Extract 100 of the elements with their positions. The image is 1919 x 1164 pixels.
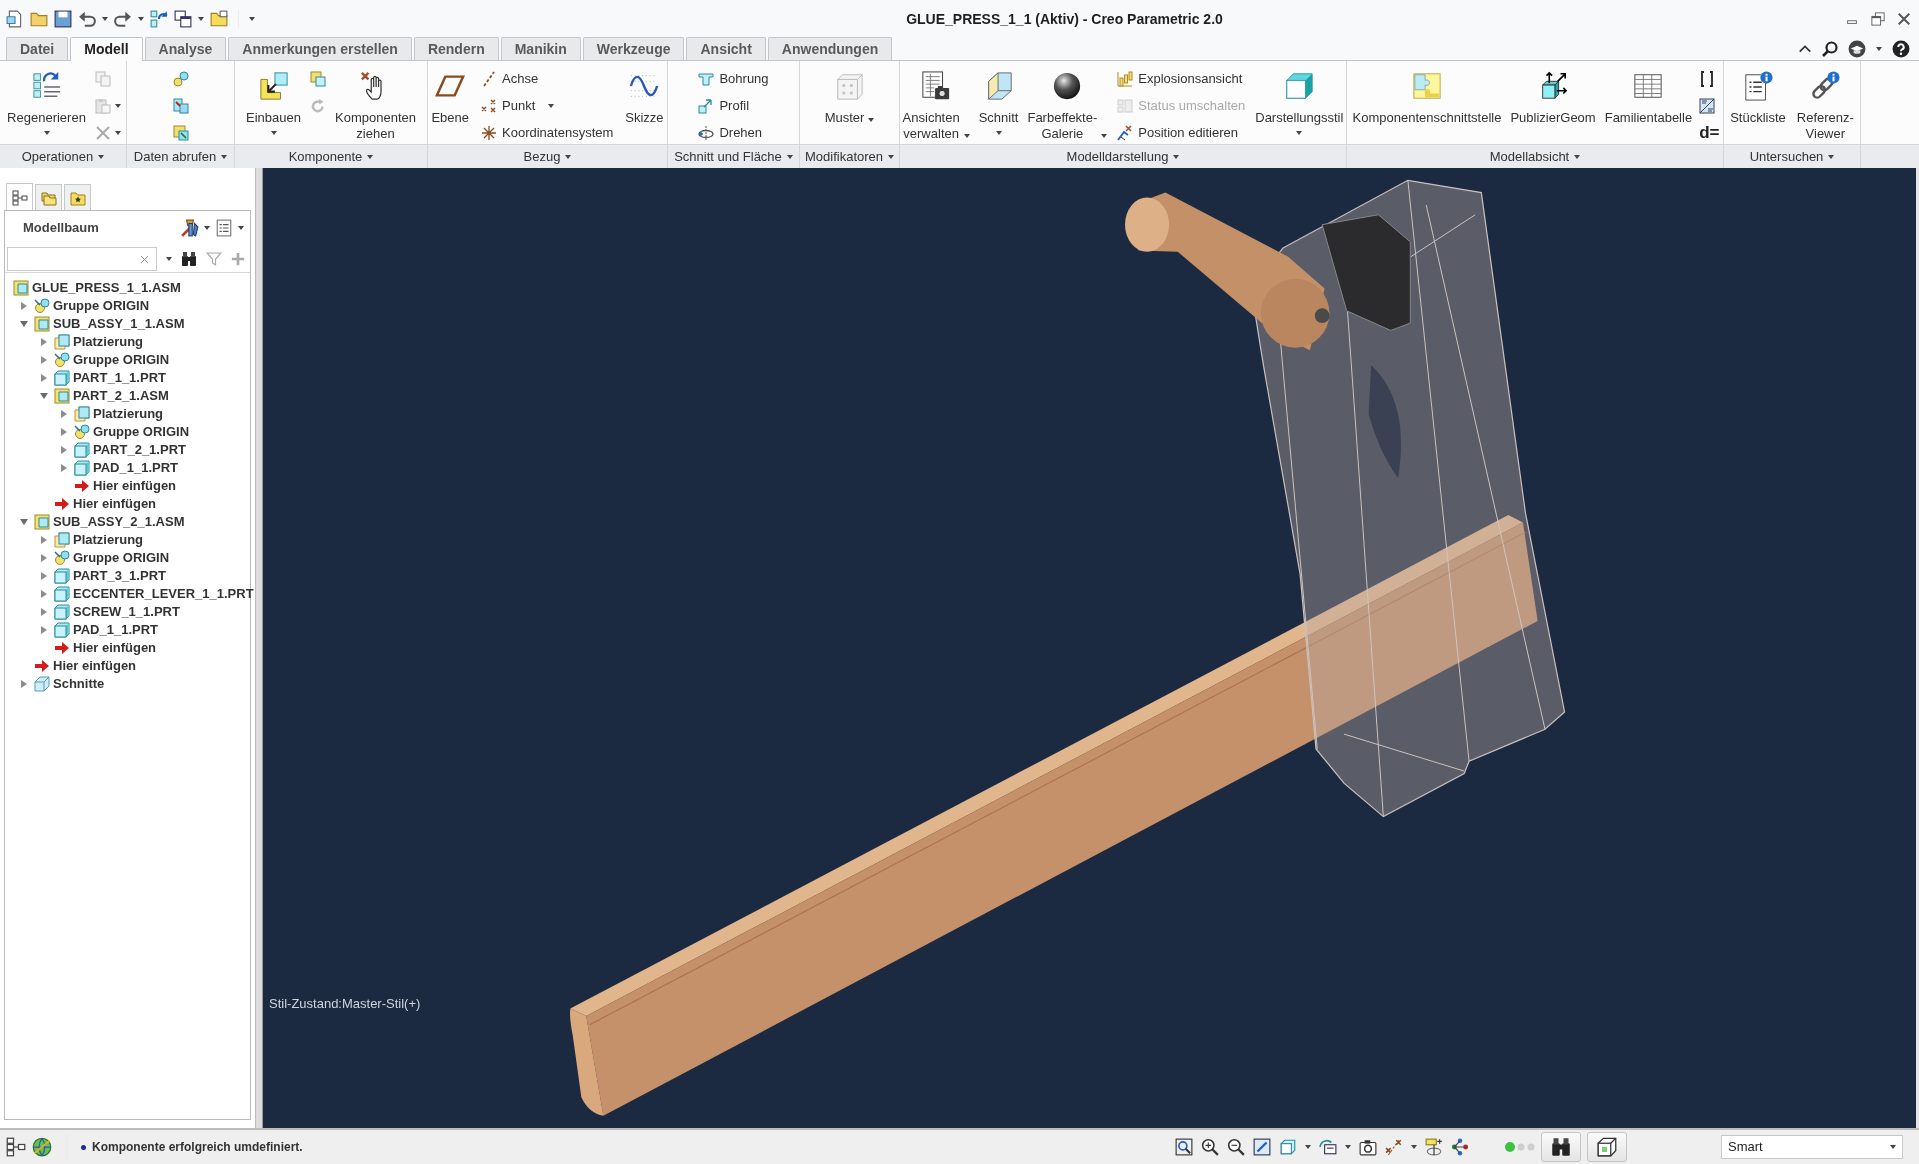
ribbon-button[interactable]: Bohrung [695, 65, 772, 92]
ribbon-button[interactable]: Referenz-Viewer [1794, 64, 1856, 142]
undo-icon[interactable] [78, 9, 96, 28]
expand-toggle-icon[interactable] [61, 446, 67, 454]
caret-icon[interactable] [204, 226, 210, 230]
box-ellipse-icon[interactable] [1425, 1138, 1443, 1156]
ribbon-button[interactable]: Muster [822, 64, 877, 126]
linked-circles-icon[interactable] [172, 70, 189, 87]
ribbon-button[interactable]: Familientabelle [1602, 64, 1695, 126]
cube-filter-button[interactable] [1587, 1132, 1627, 1162]
tree-item[interactable]: Hier einfügen [5, 477, 250, 495]
arc-window-icon[interactable] [1319, 1138, 1337, 1156]
crosses-line-icon[interactable] [1385, 1138, 1403, 1156]
ribbon-tab[interactable]: Datei [6, 37, 69, 60]
ribbon-button[interactable]: Achse [478, 65, 617, 92]
list-icon[interactable] [215, 219, 233, 237]
redo-icon[interactable] [114, 9, 132, 28]
expand-toggle-icon[interactable] [21, 302, 27, 310]
caret-icon[interactable] [1305, 1145, 1311, 1149]
expand-toggle-icon[interactable] [41, 626, 47, 634]
zoom-out-icon[interactable] [1227, 1138, 1245, 1156]
ribbon-button[interactable]: Farbeffekte-Galerie [1025, 64, 1110, 142]
overlapping-squares-icon[interactable] [172, 124, 189, 141]
caret-icon[interactable] [1876, 46, 1882, 51]
tree-item[interactable]: PART_2_1.ASM [5, 387, 250, 405]
tree-item[interactable]: Platzierung [5, 405, 250, 423]
ribbon-tab[interactable]: Analyse [144, 37, 227, 60]
ribbon-button[interactable]: Regenerieren [5, 64, 88, 135]
tree-item[interactable]: PART_1_1.PRT [5, 369, 250, 387]
tree-item[interactable]: Schnitte [5, 675, 250, 693]
expand-toggle-icon[interactable] [41, 572, 47, 580]
ribbon-button[interactable]: Ansichten verwalten [900, 64, 972, 142]
windows-icon[interactable] [174, 9, 192, 28]
clipboard-icon[interactable] [94, 97, 111, 114]
caret-icon[interactable] [198, 16, 204, 21]
slashed-square-icon[interactable] [1699, 97, 1716, 114]
ribbon-button[interactable]: Schnitt [976, 64, 1021, 135]
folder-icon[interactable] [210, 9, 228, 28]
collapse-toggle-icon[interactable] [20, 519, 28, 525]
ribbon-button[interactable]: Komponentenschnittstelle [1350, 64, 1504, 126]
tree-item[interactable]: Hier einfügen [5, 495, 250, 513]
ribbon-tab[interactable]: Anmerkungen erstellen [228, 37, 412, 60]
boxes-arrow-icon[interactable] [150, 9, 168, 28]
relations-button[interactable]: d= [1699, 123, 1720, 142]
slashed-square-icon[interactable] [1253, 1138, 1271, 1156]
tree-item[interactable]: Hier einfügen [5, 639, 250, 657]
nodes-icon[interactable] [1451, 1138, 1469, 1156]
ribbon-button[interactable]: Komponenten ziehen [333, 64, 418, 142]
tree-item[interactable]: Gruppe ORIGIN [5, 351, 250, 369]
expand-toggle-icon[interactable] [41, 590, 47, 598]
caret-icon[interactable] [102, 16, 108, 21]
caret-icon[interactable] [1890, 1145, 1896, 1149]
tree-item[interactable]: Hier einfügen [5, 657, 250, 675]
zoom-in-icon[interactable] [1201, 1138, 1219, 1156]
tree-item[interactable]: SCREW_1_1.PRT [5, 603, 250, 621]
tree-item[interactable]: Gruppe ORIGIN [5, 549, 250, 567]
collapse-toggle-icon[interactable] [20, 321, 28, 327]
globe-icon[interactable] [32, 1137, 52, 1157]
document-icon[interactable] [6, 9, 24, 28]
ribbon-button[interactable]: Einbauen [244, 64, 303, 135]
cube-icon[interactable] [1279, 1138, 1297, 1156]
tree-item[interactable]: PART_3_1.PRT [5, 567, 250, 585]
navigator-tab[interactable] [6, 183, 33, 211]
ribbon-button[interactable]: Explosionsansicht [1114, 65, 1249, 92]
expand-toggle-icon[interactable] [41, 554, 47, 562]
tree-view-icon[interactable] [6, 1137, 26, 1157]
ribbon-button[interactable]: Drehen [695, 119, 772, 146]
expand-toggle-icon[interactable] [41, 608, 47, 616]
tree-item[interactable]: SUB_ASSY_2_1.ASM [5, 513, 250, 531]
ribbon-tab[interactable]: Werkzeuge [582, 37, 685, 60]
ribbon-tab[interactable]: Anwendungen [767, 37, 893, 60]
tree-item[interactable]: Gruppe ORIGIN [5, 423, 250, 441]
tree-item[interactable]: PART_2_1.PRT [5, 441, 250, 459]
caret-icon[interactable] [114, 103, 121, 108]
caret-icon[interactable] [114, 130, 121, 135]
ribbon-tab[interactable]: Modell [70, 37, 143, 61]
caret-icon[interactable] [238, 226, 244, 230]
restore-icon[interactable] [1871, 11, 1885, 26]
expand-toggle-icon[interactable] [41, 356, 47, 364]
overlapping-boxes-icon[interactable] [172, 97, 189, 114]
search-icon[interactable] [1822, 40, 1838, 57]
group-menu-button[interactable]: Bezug [521, 146, 574, 167]
ribbon-button[interactable]: Stückliste [1728, 64, 1788, 126]
brackets-icon[interactable] [1699, 70, 1716, 87]
navigator-tab[interactable] [35, 184, 62, 210]
ribbon-button[interactable]: Ebene [429, 64, 471, 126]
tree-item[interactable]: Platzierung [5, 333, 250, 351]
caret-icon[interactable] [166, 256, 172, 261]
tools-icon[interactable] [181, 219, 199, 237]
navigator-tab[interactable] [64, 184, 91, 210]
caret-icon[interactable] [249, 16, 255, 21]
find-button[interactable] [1541, 1132, 1581, 1162]
tree-item[interactable]: SUB_ASSY_1_1.ASM [5, 315, 250, 333]
expand-toggle-icon[interactable] [41, 536, 47, 544]
expand-toggle-icon[interactable] [41, 374, 47, 382]
ribbon-button[interactable]: Koordinatensystem [478, 119, 617, 146]
caret-icon[interactable] [138, 16, 144, 21]
collapse-toggle-icon[interactable] [40, 393, 48, 399]
expand-toggle-icon[interactable] [41, 338, 47, 346]
tree-item[interactable]: Gruppe ORIGIN [5, 297, 250, 315]
